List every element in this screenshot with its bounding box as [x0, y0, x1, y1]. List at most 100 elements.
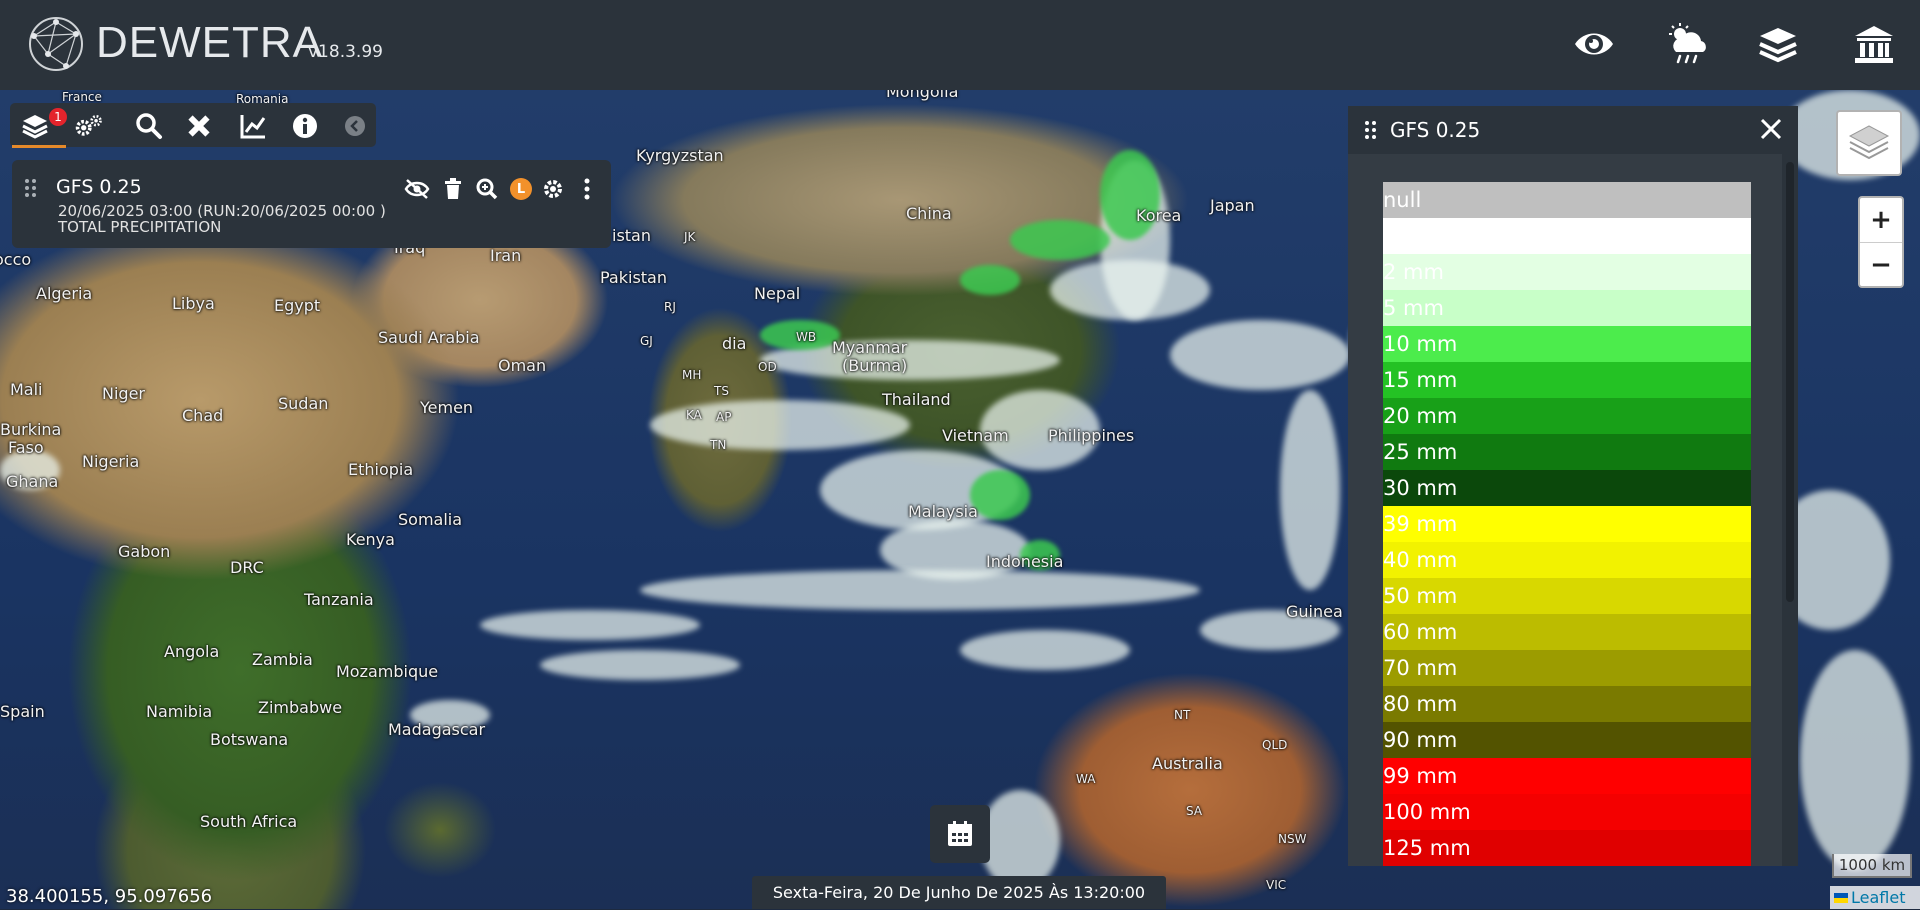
legend-item: 10 mm	[1383, 326, 1751, 362]
layers-stack-icon[interactable]	[1756, 22, 1800, 66]
map-label: TN	[710, 438, 727, 452]
map-label: Zimbabwe	[258, 698, 343, 717]
map-label: Oman	[498, 356, 547, 375]
search-button[interactable]	[134, 111, 164, 141]
legend-item	[1383, 218, 1751, 254]
layer-variable: TOTAL PRECIPITATION	[58, 218, 222, 236]
info-button[interactable]	[290, 111, 320, 141]
chart-button[interactable]	[238, 111, 268, 141]
legend-item: 50 mm	[1383, 578, 1751, 614]
gear-icon	[544, 180, 562, 198]
legend-item: null	[1383, 182, 1751, 218]
tools-button[interactable]	[184, 111, 214, 141]
map-label: (Burma)	[842, 356, 908, 375]
map-label: Sudan	[278, 394, 329, 413]
zoom-out-button[interactable]: −	[1860, 243, 1902, 287]
tools-icon	[188, 115, 210, 137]
leaflet-link[interactable]: Leaflet	[1851, 888, 1905, 907]
map-label: JK	[684, 230, 696, 244]
app-header: DEWETRA v18.3.99	[0, 0, 1920, 90]
map-label: OD	[758, 360, 777, 374]
map-label: Ghana	[6, 472, 59, 491]
drag-handle-icon[interactable]	[24, 178, 38, 198]
legend-item: 100 mm	[1383, 794, 1751, 830]
close-icon[interactable]	[1758, 116, 1784, 142]
settings-button[interactable]	[74, 111, 104, 141]
active-tab-indicator	[12, 145, 66, 148]
map-label: Myanmar	[832, 338, 908, 357]
legend-item: 99 mm	[1383, 758, 1751, 794]
map-label: Botswana	[210, 730, 289, 749]
more-vertical-icon	[584, 178, 590, 200]
legend-item: 90 mm	[1383, 722, 1751, 758]
map-label: QLD	[1262, 738, 1288, 752]
legend-title: GFS 0.25	[1390, 118, 1481, 142]
legend-body: null 2 mm 5 mm 10 mm 15 mm 20 mm 25 mm 30 mm 39 …	[1348, 154, 1782, 866]
zoom-in-icon	[476, 178, 498, 200]
legend-item: 15 mm	[1383, 362, 1751, 398]
layer-settings-button[interactable]	[540, 176, 566, 202]
map-label: Nigeria	[82, 452, 140, 471]
eye-icon[interactable]	[1572, 22, 1616, 66]
map-label: Vietnam	[942, 426, 1009, 445]
calendar-button[interactable]	[930, 805, 990, 863]
map-label: Saudi Arabia	[378, 328, 480, 347]
weather-icon[interactable]	[1666, 22, 1710, 66]
map-label: Japan	[1210, 196, 1255, 215]
zoom-in-button[interactable]: +	[1860, 198, 1902, 243]
map-label: Mali	[10, 380, 43, 399]
zoom-to-layer-button[interactable]	[474, 176, 500, 202]
ukraine-flag-icon	[1834, 893, 1848, 903]
collapse-icon	[345, 116, 365, 136]
map-label: KA	[686, 408, 702, 422]
drag-handle-icon[interactable]	[1364, 120, 1378, 140]
map-label: Kyrgyzstan	[636, 146, 724, 165]
layer-panel: GFS 0.25 20/06/2025 03:00 (RUN:20/06/202…	[12, 160, 611, 248]
eye-slash-icon	[404, 179, 430, 199]
layers-button[interactable]	[20, 111, 50, 141]
map-label: Nepal	[754, 284, 801, 303]
map-label: Namibia	[146, 702, 213, 721]
trash-icon	[445, 178, 461, 199]
basemap-toggle-button[interactable]	[1836, 110, 1902, 176]
legend-list: null 2 mm 5 mm 10 mm 15 mm 20 mm 25 mm 30 mm 39 …	[1383, 182, 1751, 866]
map-label: Mozambique	[336, 662, 439, 681]
legend-badge-icon: L	[510, 178, 532, 200]
map-label: Faso	[8, 438, 44, 457]
map-label: Somalia	[398, 510, 463, 529]
map-label: RJ	[664, 300, 676, 314]
layers-icon	[22, 115, 48, 139]
map-label: Mongolia	[886, 90, 959, 101]
legend-panel: GFS 0.25 null 2 mm 5 mm 10 mm 15 mm 20 mm 25 m…	[1348, 106, 1798, 866]
legend-item: 25 mm	[1383, 434, 1751, 470]
map-label: Egypt	[274, 296, 321, 315]
layer-more-button[interactable]	[574, 176, 600, 202]
map-label: Spain	[0, 702, 45, 721]
map-label: South Africa	[200, 812, 298, 831]
institution-icon[interactable]	[1852, 22, 1896, 66]
delete-layer-button[interactable]	[440, 176, 466, 202]
chart-icon	[240, 115, 266, 139]
brand-name: DEWETRA	[96, 18, 323, 67]
map-label: France	[62, 90, 102, 104]
map-label: Libya	[172, 294, 215, 313]
legend-item: 5 mm	[1383, 290, 1751, 326]
map-label: Philippines	[1048, 426, 1135, 445]
map-label: Zambia	[252, 650, 313, 669]
map-label: GJ	[640, 334, 653, 348]
map-label: Niger	[102, 384, 145, 403]
legend-scrollbar[interactable]	[1786, 162, 1794, 602]
legend-item: 2 mm	[1383, 254, 1751, 290]
hide-layer-button[interactable]	[404, 176, 430, 202]
map-label: dia	[722, 334, 747, 353]
attribution[interactable]: Leaflet	[1830, 886, 1920, 909]
map-toolbar	[10, 103, 376, 147]
legend-item: 40 mm	[1383, 542, 1751, 578]
legend-item: 70 mm	[1383, 650, 1751, 686]
map-label: MH	[682, 368, 702, 382]
legend-toggle-button[interactable]: L	[508, 176, 534, 202]
scale-bar: 1000 km	[1832, 854, 1912, 878]
map-label: Indonesia	[986, 552, 1064, 571]
calendar-icon	[948, 821, 972, 846]
collapse-toolbar-button[interactable]	[340, 111, 370, 141]
